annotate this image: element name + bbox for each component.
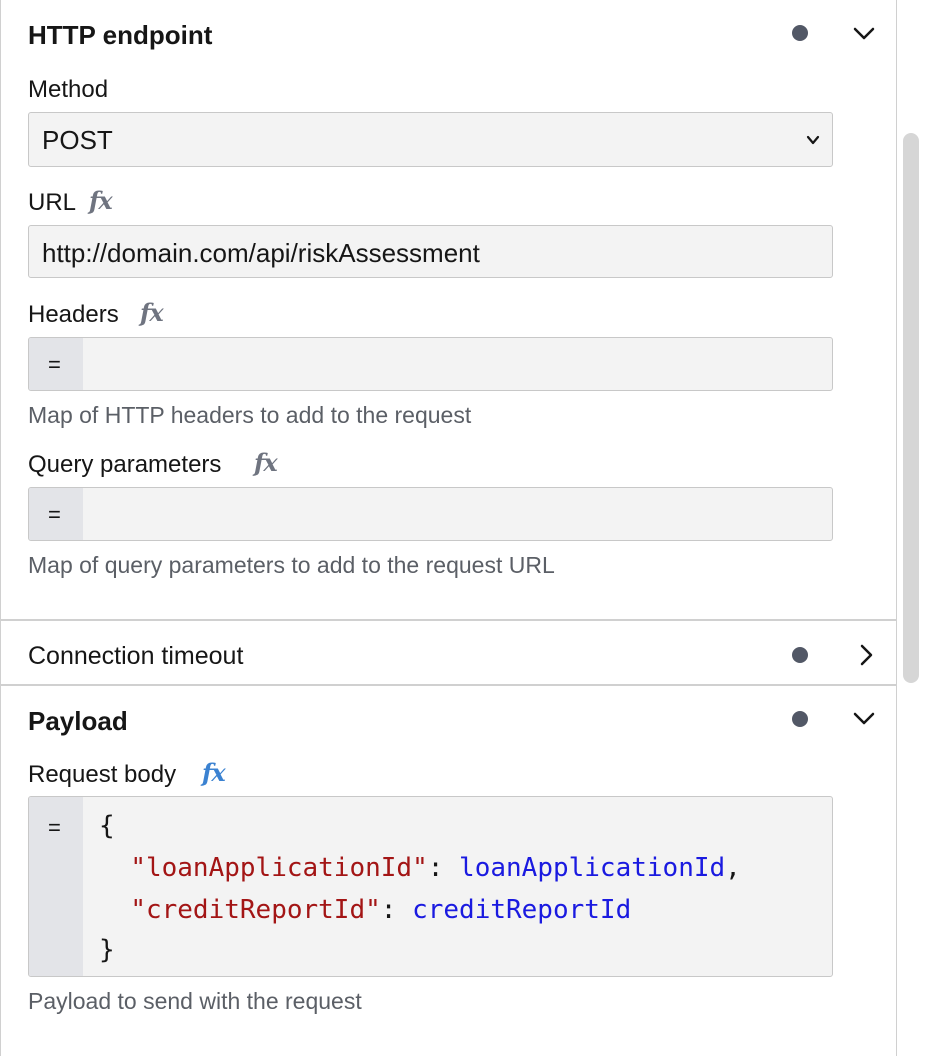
code-identifier: creditReportId xyxy=(412,895,632,925)
status-dot xyxy=(792,25,808,41)
feel-prefix: = xyxy=(48,502,61,527)
url-label: URL xyxy=(28,189,77,216)
headers-feel-input[interactable]: = xyxy=(28,337,833,391)
chevron-down-icon[interactable] xyxy=(851,20,877,46)
code-punct: : xyxy=(380,895,413,925)
code-identifier: loanApplicationId xyxy=(459,853,726,883)
properties-panel: HTTP endpoint Method POST URL fx http://… xyxy=(0,0,897,1056)
headers-helper-text: Map of HTTP headers to add to the reques… xyxy=(28,402,472,428)
section-title: HTTP endpoint xyxy=(28,20,213,50)
code-brace: } xyxy=(99,935,115,965)
scrollbar-thumb[interactable] xyxy=(903,133,919,683)
select-arrow-icon xyxy=(806,135,820,145)
section-title: Payload xyxy=(28,706,128,736)
section-title: Connection timeout xyxy=(28,642,244,670)
method-select[interactable]: POST xyxy=(28,112,833,167)
request-body-helper-text: Payload to send with the request xyxy=(28,988,362,1014)
method-label: Method xyxy=(28,76,109,103)
query-parameters-feel-input[interactable]: = xyxy=(28,487,833,541)
fx-icon[interactable]: fx xyxy=(202,758,226,787)
request-body-feel-editor[interactable]: = { "loanApplicationId": loanApplication… xyxy=(28,796,833,977)
fx-icon[interactable]: fx xyxy=(140,298,164,327)
section-header-payload[interactable]: Payload xyxy=(1,686,896,750)
fx-icon[interactable]: fx xyxy=(254,448,278,477)
code-line: } xyxy=(99,929,115,971)
code-punct: , xyxy=(725,853,741,883)
fx-icon[interactable]: fx xyxy=(89,186,113,215)
section-header-http-endpoint[interactable]: HTTP endpoint xyxy=(1,0,896,64)
query-parameters-label: Query parameters xyxy=(28,451,222,478)
request-body-label: Request body xyxy=(28,761,177,788)
code-line: { xyxy=(99,805,115,847)
feel-prefix: = xyxy=(48,815,61,840)
code-string: "creditReportId" xyxy=(130,895,381,925)
query-parameters-helper-text: Map of query parameters to add to the re… xyxy=(28,552,555,578)
method-select-value: POST xyxy=(42,125,113,155)
code-punct: : xyxy=(427,853,460,883)
status-dot xyxy=(792,711,808,727)
chevron-right-icon[interactable] xyxy=(853,642,879,668)
chevron-down-icon[interactable] xyxy=(851,705,877,731)
status-dot xyxy=(792,647,808,663)
code-line: "creditReportId": creditReportId xyxy=(99,889,631,931)
feel-prefix: = xyxy=(48,352,61,377)
section-header-connection-timeout[interactable]: Connection timeout xyxy=(1,621,896,685)
headers-label: Headers xyxy=(28,301,119,328)
url-input-value: http://domain.com/api/riskAssessment xyxy=(42,238,480,268)
url-input[interactable]: http://domain.com/api/riskAssessment xyxy=(28,225,833,278)
code-brace: { xyxy=(99,811,115,841)
code-line: "loanApplicationId": loanApplicationId, xyxy=(99,847,741,889)
code-string: "loanApplicationId" xyxy=(130,853,428,883)
